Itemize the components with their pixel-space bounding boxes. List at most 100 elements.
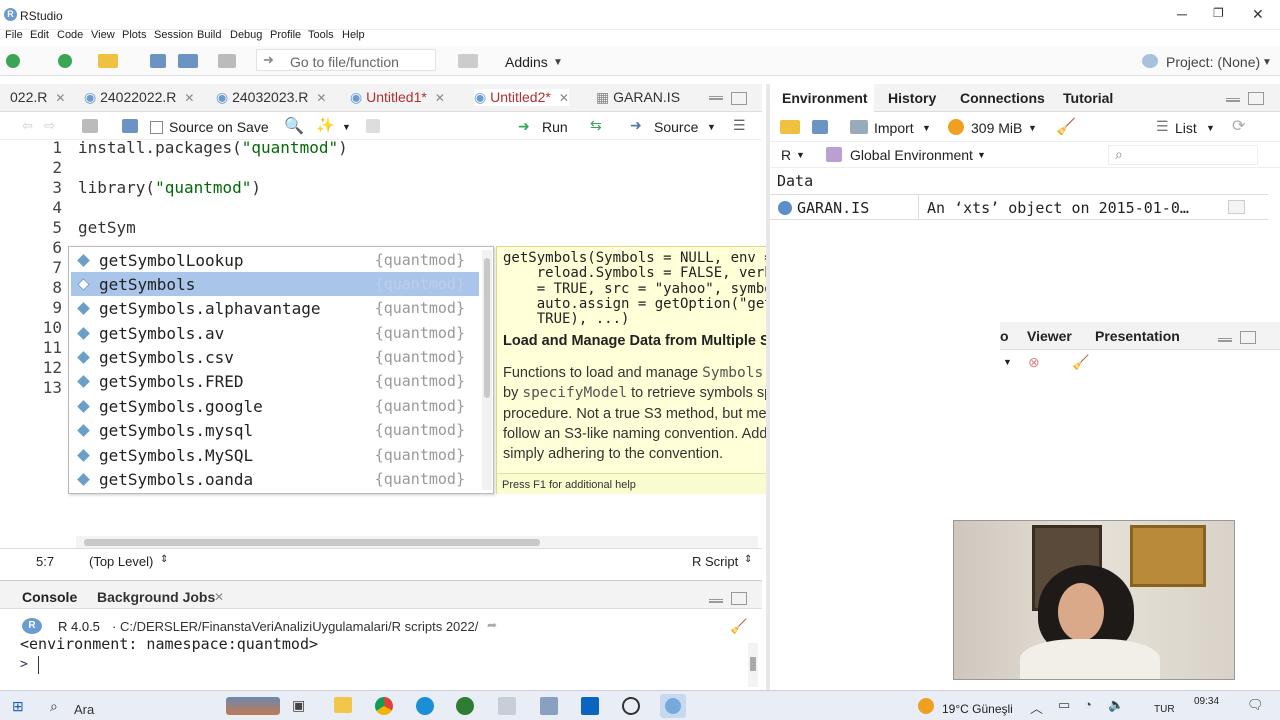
- menu-debug[interactable]: Debug: [230, 29, 262, 41]
- autocomplete-item[interactable]: getSymbols.google {quantmod}: [71, 394, 479, 418]
- expand-circle-icon[interactable]: [778, 201, 792, 215]
- save-workspace-icon[interactable]: [812, 120, 828, 134]
- source-on-save-checkbox[interactable]: [150, 121, 163, 134]
- outline-icon[interactable]: ☰: [733, 117, 746, 134]
- notification-icon[interactable]: 🗨: [1247, 697, 1264, 713]
- forward-icon[interactable]: ⇨: [44, 118, 55, 134]
- menu-view[interactable]: View: [91, 29, 115, 41]
- windows-start-icon[interactable]: ⊞: [12, 698, 24, 715]
- source-button[interactable]: Source: [654, 119, 698, 135]
- clear-console-icon[interactable]: 🧹: [730, 618, 747, 635]
- menu-file[interactable]: File: [5, 29, 23, 41]
- maximize-pane-icon[interactable]: [1240, 331, 1256, 344]
- broom-icon[interactable]: 🧹: [1072, 354, 1089, 371]
- mail-icon[interactable]: [498, 697, 516, 715]
- tab-console[interactable]: Console: [22, 589, 77, 605]
- tab-connections[interactable]: Connections: [960, 90, 1045, 106]
- autocomplete-item-selected[interactable]: getSymbols {quantmod}: [71, 272, 479, 296]
- taskbar-search[interactable]: Ara: [74, 702, 94, 717]
- refresh-icon[interactable]: ⟳: [1232, 116, 1245, 136]
- edge-icon[interactable]: [416, 697, 434, 715]
- autocomplete-item[interactable]: getSymbolLookup {quantmod}: [71, 248, 479, 272]
- import-dataset-menu[interactable]: Import: [874, 120, 914, 136]
- weather-widget[interactable]: 19°C Güneşli: [942, 702, 1013, 716]
- autocomplete-item[interactable]: getSymbols.csv {quantmod}: [71, 345, 479, 369]
- tab-presentation[interactable]: Presentation: [1095, 328, 1180, 344]
- rstudio-taskbar-active[interactable]: [660, 694, 686, 718]
- tab-partial[interactable]: o: [1000, 328, 1009, 344]
- console-scrollbar[interactable]: [748, 643, 758, 687]
- show-in-window-icon[interactable]: [82, 119, 98, 133]
- close-icon[interactable]: ✕: [1252, 6, 1264, 23]
- menu-tools[interactable]: Tools: [308, 29, 334, 41]
- tab-untitled2[interactable]: ◉ Untitled2* ✕: [474, 89, 569, 106]
- goto-dir-icon[interactable]: ➦: [487, 618, 497, 632]
- menu-edit[interactable]: Edit: [30, 29, 49, 41]
- run-button[interactable]: Run: [542, 119, 568, 135]
- file-type-selector[interactable]: R Script: [692, 554, 738, 569]
- tab-24022022[interactable]: ◉ 24022022.R ✕: [84, 89, 194, 106]
- tab-022r[interactable]: 022.R ✕: [10, 89, 65, 105]
- autocomplete-item[interactable]: getSymbols.MySQL {quantmod}: [71, 443, 479, 467]
- chevron-up-icon[interactable]: ︿: [1030, 698, 1043, 717]
- memory-usage[interactable]: 309 MiB: [971, 120, 1022, 136]
- tab-24032023[interactable]: ◉ 24032023.R ✕: [216, 89, 326, 106]
- file-explorer-icon[interactable]: [334, 697, 352, 713]
- outlook-icon[interactable]: [581, 697, 599, 715]
- app-icon[interactable]: [540, 697, 558, 715]
- compile-report-icon[interactable]: [366, 119, 380, 133]
- excel-icon[interactable]: [456, 697, 474, 715]
- search-icon[interactable]: 🔍: [284, 116, 304, 136]
- view-mode-menu[interactable]: List: [1175, 120, 1197, 136]
- load-workspace-icon[interactable]: [780, 120, 800, 134]
- print-icon[interactable]: [218, 54, 236, 68]
- minimize-pane-icon[interactable]: [709, 599, 723, 603]
- tab-background-jobs[interactable]: Background Jobs: [97, 589, 215, 605]
- project-menu[interactable]: Project: (None): [1166, 54, 1260, 70]
- editor-h-scrollbar[interactable]: [76, 536, 758, 548]
- menu-plots[interactable]: Plots: [122, 29, 146, 41]
- new-file-icon[interactable]: [6, 54, 20, 68]
- goto-file-input[interactable]: ➜ Go to file/function: [256, 49, 436, 71]
- autocomplete-item[interactable]: getSymbols.av {quantmod}: [71, 321, 479, 345]
- minimize-icon[interactable]: ─: [1177, 6, 1187, 22]
- battery-icon[interactable]: ▭: [1058, 697, 1070, 713]
- language-selector[interactable]: R: [781, 147, 791, 163]
- tab-environment[interactable]: Environment: [782, 90, 868, 106]
- autocomplete-item[interactable]: getSymbols.FRED {quantmod}: [71, 369, 479, 393]
- menu-help[interactable]: Help: [342, 29, 365, 41]
- search-icon[interactable]: ⌕: [50, 698, 58, 715]
- back-icon[interactable]: ⇦: [22, 118, 33, 134]
- save-file-icon[interactable]: [122, 119, 138, 133]
- save-icon[interactable]: [150, 54, 166, 68]
- task-view-icon[interactable]: ▣: [292, 697, 305, 714]
- environment-search-input[interactable]: ⌕: [1108, 145, 1258, 165]
- tab-tutorial[interactable]: Tutorial: [1063, 90, 1113, 106]
- maximize-pane-icon[interactable]: [731, 92, 747, 105]
- scope-selector[interactable]: Global Environment: [850, 147, 973, 163]
- broom-icon[interactable]: 🧹: [1056, 117, 1076, 137]
- tab-history[interactable]: History: [888, 90, 936, 106]
- rerun-icon[interactable]: ⇆: [590, 117, 602, 134]
- landscape-widget-icon[interactable]: [226, 697, 280, 715]
- menu-code[interactable]: Code: [57, 29, 83, 41]
- menu-session[interactable]: Session: [154, 29, 193, 41]
- tab-viewer[interactable]: Viewer: [1027, 328, 1072, 344]
- new-project-icon[interactable]: [58, 54, 72, 68]
- addins-menu[interactable]: Addins: [505, 54, 548, 70]
- magic-wand-icon[interactable]: ✨: [316, 116, 335, 134]
- menu-build[interactable]: Build: [197, 29, 221, 41]
- chrome-icon[interactable]: [375, 697, 393, 715]
- open-folder-icon[interactable]: [98, 54, 118, 68]
- tab-untitled1[interactable]: ◉ Untitled1* ✕: [350, 89, 445, 106]
- save-all-icon[interactable]: [178, 54, 198, 68]
- close-tab-icon[interactable]: ✕: [214, 590, 224, 604]
- remove-icon[interactable]: ⊗: [1028, 354, 1040, 371]
- tab-garan[interactable]: ▦ GARAN.IS: [596, 89, 680, 106]
- grid-layout-icon[interactable]: [458, 54, 478, 68]
- input-language[interactable]: TUR: [1154, 704, 1175, 715]
- pane-splitter[interactable]: [766, 84, 770, 690]
- maximize-pane-icon[interactable]: [731, 592, 747, 605]
- view-table-icon[interactable]: [1228, 200, 1245, 214]
- autocomplete-item[interactable]: getSymbols.mysql {quantmod}: [71, 418, 479, 442]
